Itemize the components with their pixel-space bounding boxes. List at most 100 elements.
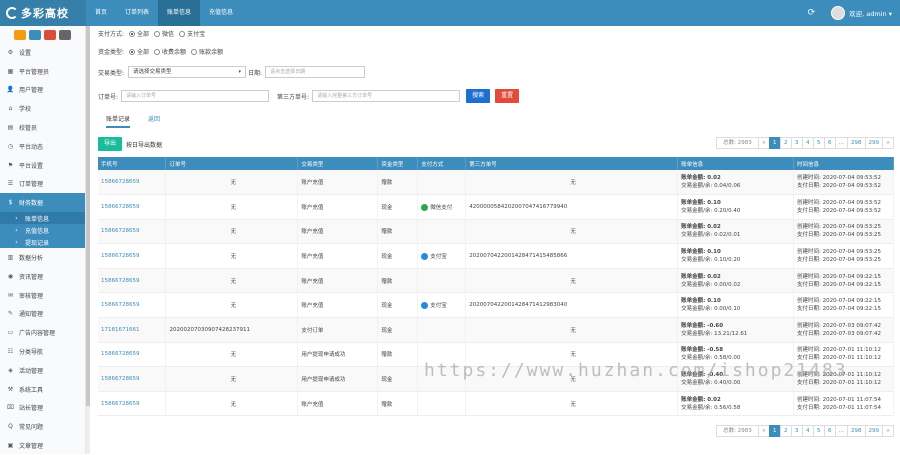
fund-type-charge[interactable]: 收费余额 [154, 47, 186, 56]
sidebar-item-9[interactable]: › 账单信息 [0, 212, 85, 225]
menu-icon: ◈ [8, 366, 13, 374]
menu-icon: ▭ [7, 329, 14, 337]
tab-back[interactable]: 返回 [148, 114, 160, 128]
paid-time: 支付日期: 2020-07-04 09:22:15 [797, 306, 882, 313]
pager-page[interactable]: 298 [847, 137, 866, 149]
sidebar-item-12[interactable]: ▥ 数据分析 [0, 248, 85, 267]
phone-cell[interactable]: 15866728659 [98, 243, 167, 269]
sidebar-item-label: 提现记录 [25, 239, 50, 247]
sidebar-item-5[interactable]: ◷ 平台动态 [0, 137, 85, 156]
sidebar-item-22[interactable]: ▣ 文章管理 [0, 436, 85, 455]
sidebar-item-6[interactable]: ⚑ 平台设置 [0, 156, 85, 175]
created-time: 创建时间: 2020-07-04 09:53:52 [797, 199, 882, 206]
phone-cell[interactable]: 15866728659 [98, 391, 167, 417]
sidebar-item-13[interactable]: ◉ 资讯管理 [0, 267, 85, 286]
created-time: 创建时间: 2020-07-01 11:07:54 [797, 396, 882, 403]
phone-cell[interactable]: 15866728659 [98, 194, 167, 220]
pager-page[interactable]: ... [834, 137, 848, 149]
sidebar-item-3[interactable]: ⌂ 学校 [0, 99, 85, 118]
tab-bill-records[interactable]: 账单记录 [106, 114, 131, 128]
pay-method-wechat[interactable]: 微信 [154, 29, 174, 38]
table-header-cell[interactable]: 交易类型 [297, 157, 379, 170]
table-header-cell[interactable]: 第三方单号 [465, 157, 679, 170]
phone-cell[interactable]: 17181671661 [98, 317, 167, 343]
sidebar-item-label: 常见问题 [19, 424, 44, 432]
table-header-cell[interactable]: 资金类型 [377, 157, 419, 170]
phone-cell[interactable]: 15866728659 [98, 170, 167, 196]
paid-time: 支付日期: 2020-07-01 11:07:54 [797, 404, 882, 411]
table-header-cell[interactable]: 时间信息 [793, 157, 894, 170]
fund-type-all[interactable]: 全部 [129, 47, 149, 56]
pager-next[interactable]: » [882, 137, 894, 149]
shortcut-home-icon[interactable] [14, 30, 26, 40]
sidebar-item-17[interactable]: ☷ 分类导航 [0, 342, 85, 361]
fund-type-balance[interactable]: 账款余额 [191, 47, 223, 56]
pager-page[interactable]: ... [834, 425, 848, 437]
pay-method-all[interactable]: 全部 [129, 29, 149, 38]
topnav-recharge[interactable]: 充值信息 [200, 0, 242, 26]
sidebar-item-1[interactable]: ▦ 平台管理员 [0, 62, 85, 81]
shortcut-list-icon[interactable] [59, 30, 71, 40]
sidebar-item-0[interactable]: ⚙ 设置 [0, 43, 85, 62]
topnav-orders[interactable]: 订单列表 [116, 0, 158, 26]
menu-icon: ▣ [7, 442, 14, 450]
table-header-cell[interactable]: 账单信息 [677, 157, 795, 170]
date-input[interactable]: 请点击选择日期 [265, 66, 366, 78]
trade-type-select[interactable]: 请选择交易类型 ▾ [128, 66, 247, 78]
sidebar-item-7[interactable]: ☰ 订单管理 [0, 175, 85, 194]
sidebar-item-10[interactable]: › 充值信息 [0, 224, 85, 237]
fund-type-filter: 资金类型: 全部 收费余额 账款余额 [98, 47, 223, 56]
pager-page[interactable]: 299 [864, 425, 883, 437]
shortcut-trash-icon[interactable] [44, 30, 56, 40]
menu-icon: ▥ [7, 254, 14, 262]
phone-cell[interactable]: 15866728659 [98, 366, 167, 392]
topnav-bills[interactable]: 账单信息 [158, 0, 201, 26]
search-button[interactable]: 搜索 [466, 89, 491, 103]
amount-line: 账单金额: 0.10 [681, 249, 721, 256]
sidebar-item-19[interactable]: ⚒ 系统工具 [0, 380, 85, 399]
sidebar-scrollbar[interactable] [86, 26, 90, 454]
sidebar-item-14[interactable]: ✉ 审核管理 [0, 286, 85, 305]
amount-line: 账单金额: 0.02 [681, 224, 721, 231]
sidebar-item-20[interactable]: ⌧ 站长管理 [0, 399, 85, 418]
sidebar-item-18[interactable]: ◈ 活动管理 [0, 361, 85, 380]
pager-page[interactable]: 299 [864, 137, 883, 149]
amount-cell: 账单金额: 0.02 交易金额/余: 0.00/0.02 [677, 268, 795, 294]
sidebar-item-21[interactable]: Q 常见问题 [0, 417, 85, 436]
user-greeting[interactable]: 欢迎, admin ▾ [849, 8, 892, 18]
third-cell: 无 [465, 170, 679, 196]
pager-total: 总数: 2983 [716, 425, 759, 437]
topnav-home[interactable]: 首页 [86, 0, 116, 26]
amount-cell: 账单金额: 0.02 交易金额/余: 0.04/0.06 [677, 170, 795, 196]
table-header-cell[interactable]: 订单号 [165, 157, 299, 170]
sidebar-item-15[interactable]: ✎ 通知管理 [0, 305, 85, 324]
avatar[interactable] [831, 6, 846, 20]
amount-cell: 账单金额: 0.10 交易金额/余: 0.20/0.40 [677, 194, 795, 220]
pager-next[interactable]: » [882, 425, 894, 437]
sidebar-item-label: 数据分析 [19, 255, 44, 263]
order-no-input[interactable]: 请输入订单号 [121, 90, 270, 102]
sidebar-item-4[interactable]: ▤ 校管员 [0, 118, 85, 137]
phone-cell[interactable]: 15866728659 [98, 292, 167, 319]
fund-type-label: 资金类型: [98, 49, 125, 56]
shortcut-doc-icon[interactable] [29, 30, 41, 40]
table-header-cell[interactable]: 支付方式 [417, 157, 467, 170]
logo[interactable]: 多彩高校 [0, 0, 86, 26]
sidebar-item-2[interactable]: 👤 用户管理 [0, 81, 85, 100]
phone-cell[interactable]: 15866728659 [98, 342, 167, 368]
sidebar-item-8[interactable]: $ 财务数据 [0, 193, 85, 213]
phone-cell[interactable]: 15866728659 [98, 219, 167, 245]
refresh-icon[interactable]: ⟳ [808, 8, 816, 18]
export-button[interactable]: 导出 [98, 137, 123, 151]
scrollbar-thumb[interactable] [86, 26, 90, 406]
phone-cell[interactable]: 15866728659 [98, 268, 167, 294]
pager-page[interactable]: 298 [847, 425, 866, 437]
reset-button[interactable]: 重置 [495, 89, 520, 103]
pay-method-alipay[interactable]: 支付宝 [179, 29, 205, 38]
sidebar-item-label: 平台设置 [19, 162, 44, 170]
table-header-cell[interactable]: 手机号 [98, 157, 167, 170]
paid-time: 支付日期: 2020-07-04 09:53:52 [797, 183, 882, 190]
sidebar-item-16[interactable]: ▭ 广告内容管理 [0, 323, 85, 342]
third-no-input[interactable]: 请输入完整第三方订单号 [312, 90, 461, 102]
sidebar-item-11[interactable]: › 提现记录 [0, 236, 85, 249]
